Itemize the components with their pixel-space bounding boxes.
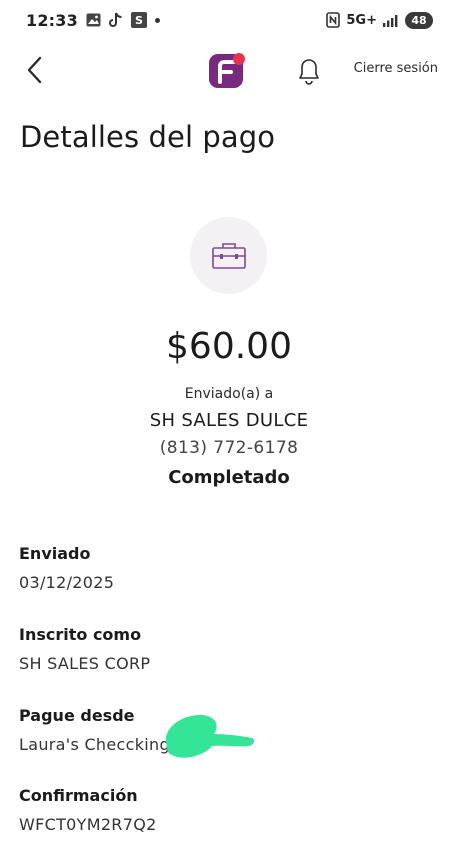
nfc-icon <box>326 12 341 28</box>
status-time: 12:33 <box>26 10 78 30</box>
status-bar-left: 12:33 S <box>26 11 160 30</box>
status-bar-right: 5G+ 48 <box>326 11 433 29</box>
chevron-left-icon <box>27 56 42 84</box>
sent-date-value: 03/12/2025 <box>19 573 115 592</box>
signal-icon <box>383 14 399 27</box>
enrolled-as-label: Inscrito como <box>19 625 142 644</box>
payment-status: Completado <box>168 467 290 488</box>
tiktok-icon <box>108 12 123 28</box>
s-app-icon: S <box>130 12 147 28</box>
logout-link[interactable]: Cierre sesión <box>354 61 438 76</box>
status-bar: 12:33 S 5G+ 48 <box>0 0 450 40</box>
notifications-button[interactable] <box>294 54 324 86</box>
bell-icon <box>299 59 319 85</box>
sent-to-label: Enviado(a) a <box>184 386 274 402</box>
redaction-scribble <box>165 714 255 758</box>
confirmation-value: WFCT0YM2R7Q2 <box>19 815 157 834</box>
payment-details-screen: 12:33 S 5G+ 48 Cierre sesión Detalles de… <box>0 0 450 856</box>
battery-icon: 48 <box>405 11 433 29</box>
pay-from-label: Pague desde <box>19 706 135 725</box>
back-button[interactable] <box>20 54 52 86</box>
enrolled-as-value: SH SALES CORP <box>19 654 151 673</box>
confirmation-label: Confirmación <box>19 786 138 805</box>
briefcase-icon <box>211 242 246 269</box>
app-header: Cierre sesión <box>0 46 450 96</box>
recipient-phone: (813) 772-6178 <box>159 438 299 458</box>
network-type: 5G+ <box>346 12 377 28</box>
page-title: Detalles del pago <box>20 120 276 154</box>
recipient-name: SH SALES DULCE <box>149 410 309 431</box>
pay-from-value: Laura's Checcking . <box>19 735 181 754</box>
payment-type-badge <box>190 217 267 294</box>
payment-amount: $60.00 <box>166 326 292 367</box>
brand-logo <box>209 51 247 89</box>
sent-date-label: Enviado <box>19 544 91 563</box>
gallery-icon <box>86 13 101 27</box>
notification-dot-icon <box>154 17 160 23</box>
